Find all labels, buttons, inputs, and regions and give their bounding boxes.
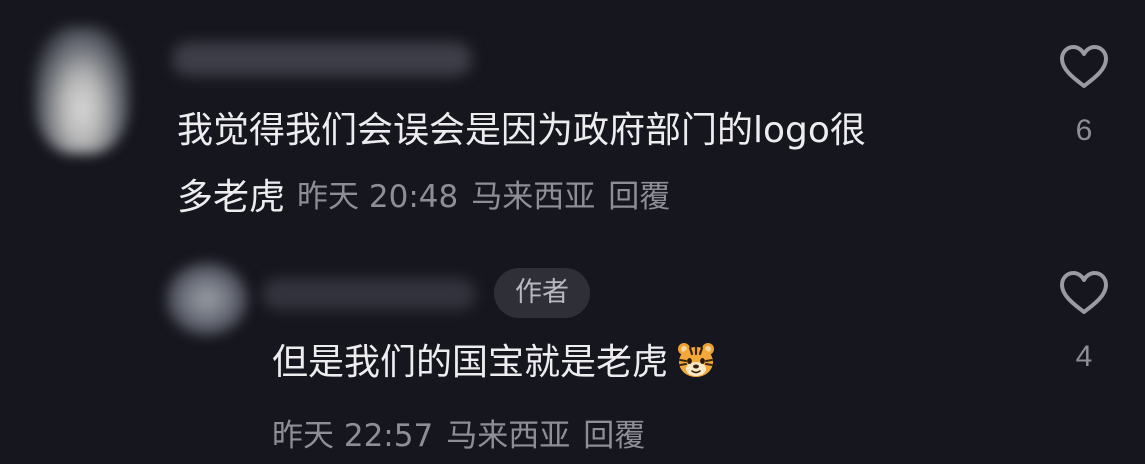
tiger-face-icon — [678, 343, 715, 377]
username-blurred[interactable] — [172, 42, 472, 76]
comment-meta: 昨天 22:57 马来西亚 回覆 — [272, 410, 658, 455]
comment-text-continued: 多老虎 昨天 20:48 马来西亚 回覆 — [177, 180, 683, 216]
comment-text-line2: 多老虎 — [177, 177, 286, 218]
like-count: 4 — [1075, 340, 1093, 373]
comment-thread: 我觉得我们会误会是因为政府部门的logo很 多老虎 昨天 20:48 马来西亚 回覆 … — [0, 0, 1145, 464]
heart-outline-icon[interactable] — [1058, 44, 1110, 90]
comment-time: 昨天 20:48 — [297, 179, 459, 215]
reply-button[interactable]: 回覆 — [583, 418, 645, 454]
comment-text-row: 但是我们的国宝就是老虎 — [272, 340, 716, 381]
avatar[interactable] — [166, 262, 248, 336]
comment-text: 我觉得我们会误会是因为政府部门的logo很 — [177, 110, 866, 151]
like-button[interactable]: 4 — [1054, 270, 1114, 374]
comment-meta: 昨天 20:48 马来西亚 回覆 — [297, 179, 683, 215]
comment-location: 马来西亚 — [471, 179, 596, 215]
avatar[interactable] — [34, 26, 130, 154]
like-count: 6 — [1075, 114, 1093, 147]
author-badge: 作者 — [494, 268, 590, 318]
username-blurred[interactable] — [262, 278, 476, 310]
comment-text: 但是我们的国宝就是老虎 — [272, 342, 669, 383]
reply-button[interactable]: 回覆 — [608, 179, 670, 215]
comment-location: 马来西亚 — [446, 418, 571, 454]
comment-time: 昨天 22:57 — [272, 418, 434, 454]
heart-outline-icon[interactable] — [1058, 270, 1110, 316]
like-button[interactable]: 6 — [1054, 44, 1114, 148]
